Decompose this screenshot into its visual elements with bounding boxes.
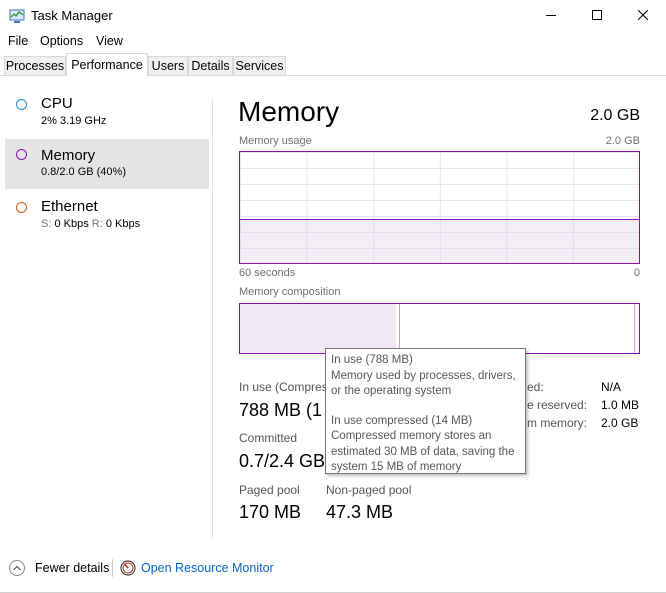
tooltip-line: In use compressed (14 MB) (331, 414, 473, 427)
committed-label: Committed (239, 431, 298, 445)
in-use-label: In use (Compres (239, 380, 328, 394)
composition-compressed[interactable] (395, 304, 400, 353)
sidebar-item-label: Memory (41, 147, 96, 164)
footer-separator (112, 559, 113, 577)
tab-details[interactable]: Details (188, 56, 233, 75)
page-title: Memory (238, 96, 340, 127)
tooltip-line: or the operating system (331, 385, 452, 397)
memory-ring-icon (16, 149, 27, 160)
composition-label: Memory composition (239, 286, 341, 298)
right-row1-value: N/A (601, 380, 622, 394)
cpu-ring-icon (16, 99, 27, 110)
close-button[interactable] (620, 0, 666, 31)
resource-monitor-icon[interactable] (120, 560, 136, 576)
receive-value: 0 Kbps (105, 218, 141, 230)
sidebar-item-label: Ethernet (41, 198, 98, 215)
tab-processes[interactable]: Processes (4, 56, 66, 75)
nonpaged-pool-label: Non-paged pool (326, 483, 412, 497)
ethernet-ring-icon (16, 202, 27, 213)
committed-value: 0.7/2.4 GB (239, 451, 326, 471)
memory-composition-bar[interactable] (239, 303, 640, 354)
sidebar-item-label: CPU (41, 95, 73, 112)
open-resource-monitor-link[interactable]: Open Resource Monitor (141, 561, 274, 575)
window-title: Task Manager (31, 8, 113, 23)
tooltip-line: Memory used by processes, drivers, (331, 369, 516, 382)
chevron-up-icon[interactable] (9, 560, 25, 576)
tooltip-line: Compressed memory stores an (331, 430, 492, 442)
sidebar-item-sub: 2% 3.19 GHz (41, 115, 107, 127)
time-left-label: 60 seconds (239, 267, 296, 279)
composition-tooltip: In use (788 MB) Memory used by processes… (325, 348, 526, 474)
usage-max: 2.0 GB (605, 135, 640, 147)
right-row2-label: e reserved: (527, 398, 588, 412)
right-row2-value: 1.0 MB (601, 398, 640, 412)
memory-usage-graph (239, 151, 640, 264)
time-right-label: 0 (633, 267, 640, 279)
receive-label: R: (91, 218, 103, 230)
menu-options[interactable]: Options (40, 34, 83, 48)
sidebar-item-ethernet[interactable]: Ethernet S: 0 Kbps R: 0 Kbps (5, 193, 209, 239)
memory-usage-fill (240, 218, 639, 263)
minimize-button[interactable] (528, 0, 574, 31)
tooltip-line: In use (788 MB) (331, 354, 413, 366)
composition-in-use[interactable] (240, 304, 397, 353)
memory-total: 2.0 GB (590, 107, 640, 124)
tab-performance[interactable]: Performance (66, 53, 148, 76)
send-value: 0 Kbps (54, 218, 89, 230)
right-row3-value: 2.0 GB (601, 416, 639, 430)
maximize-icon (592, 7, 602, 25)
composition-free-divider (634, 304, 635, 353)
pane-divider[interactable] (212, 98, 213, 538)
usage-label: Memory usage (239, 135, 312, 147)
maximize-button[interactable] (574, 0, 620, 31)
tab-users[interactable]: Users (148, 56, 188, 75)
send-label: S: (41, 218, 52, 230)
in-use-value: 788 MB (1 (239, 400, 323, 420)
close-icon (637, 7, 649, 25)
tab-services[interactable]: Services (233, 56, 286, 75)
paged-pool-value: 170 MB (239, 502, 302, 522)
right-row3-label: m memory: (527, 416, 587, 430)
tooltip-line: estimated 30 MB of data, saving the (331, 445, 515, 458)
sidebar-item-sub: S: 0 Kbps R: 0 Kbps (41, 218, 140, 230)
menu-view[interactable]: View (96, 34, 123, 48)
sidebar-item-cpu[interactable]: CPU 2% 3.19 GHz (5, 90, 209, 136)
minimize-icon (546, 7, 556, 25)
nonpaged-pool-value: 47.3 MB (326, 502, 394, 522)
sidebar-item-sub: 0.8/2.0 GB (40%) (41, 166, 126, 178)
menu-file[interactable]: File (8, 34, 28, 48)
fewer-details-button[interactable]: Fewer details (35, 561, 109, 575)
right-row1-label: ed: (527, 380, 544, 394)
paged-pool-label: Paged pool (239, 483, 300, 497)
task-manager-icon (9, 8, 25, 24)
tooltip-line: system 15 MB of memory (331, 461, 462, 473)
sidebar-item-memory[interactable]: Memory 0.8/2.0 GB (40%) (5, 139, 209, 189)
